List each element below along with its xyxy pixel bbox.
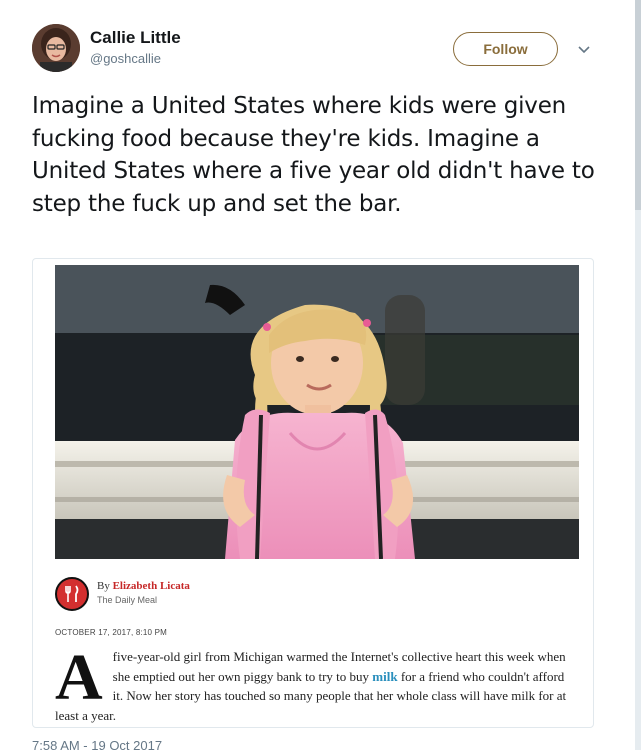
fork-knife-icon — [55, 577, 89, 611]
scrollbar-track[interactable] — [635, 0, 641, 750]
tweet-header: Callie Little @goshcallie Follow — [32, 24, 602, 78]
avatar-image — [32, 24, 80, 72]
article-body: Afive-year-old girl from Michigan warmed… — [55, 641, 575, 725]
author-name: Elizabeth Licata — [112, 580, 190, 592]
attached-image-card[interactable]: By Elizabeth Licata The Daily Meal OCTOB… — [32, 258, 594, 728]
author-line: By Elizabeth Licata — [97, 580, 190, 592]
girl-with-backpack-photo[interactable] — [55, 265, 579, 559]
tweet-timestamp[interactable]: 7:58 AM - 19 Oct 2017 — [32, 738, 162, 750]
avatar[interactable] — [32, 24, 80, 72]
milk-link: milk — [372, 668, 398, 684]
by-label: By — [97, 580, 110, 592]
scrollbar-thumb[interactable] — [635, 0, 641, 210]
chevron-down-icon[interactable] — [575, 40, 593, 58]
drop-cap: A — [55, 641, 103, 714]
follow-button[interactable]: Follow — [453, 32, 558, 66]
user-names: Callie Little @goshcallie — [90, 27, 181, 68]
publication-name: The Daily Meal — [97, 595, 158, 605]
user-handle[interactable]: @goshcallie — [90, 50, 181, 68]
tweet-text: Imagine a United States where kids were … — [32, 93, 595, 217]
article-date: OCTOBER 17, 2017, 8:10 PM — [55, 628, 168, 637]
display-name[interactable]: Callie Little — [90, 27, 181, 49]
